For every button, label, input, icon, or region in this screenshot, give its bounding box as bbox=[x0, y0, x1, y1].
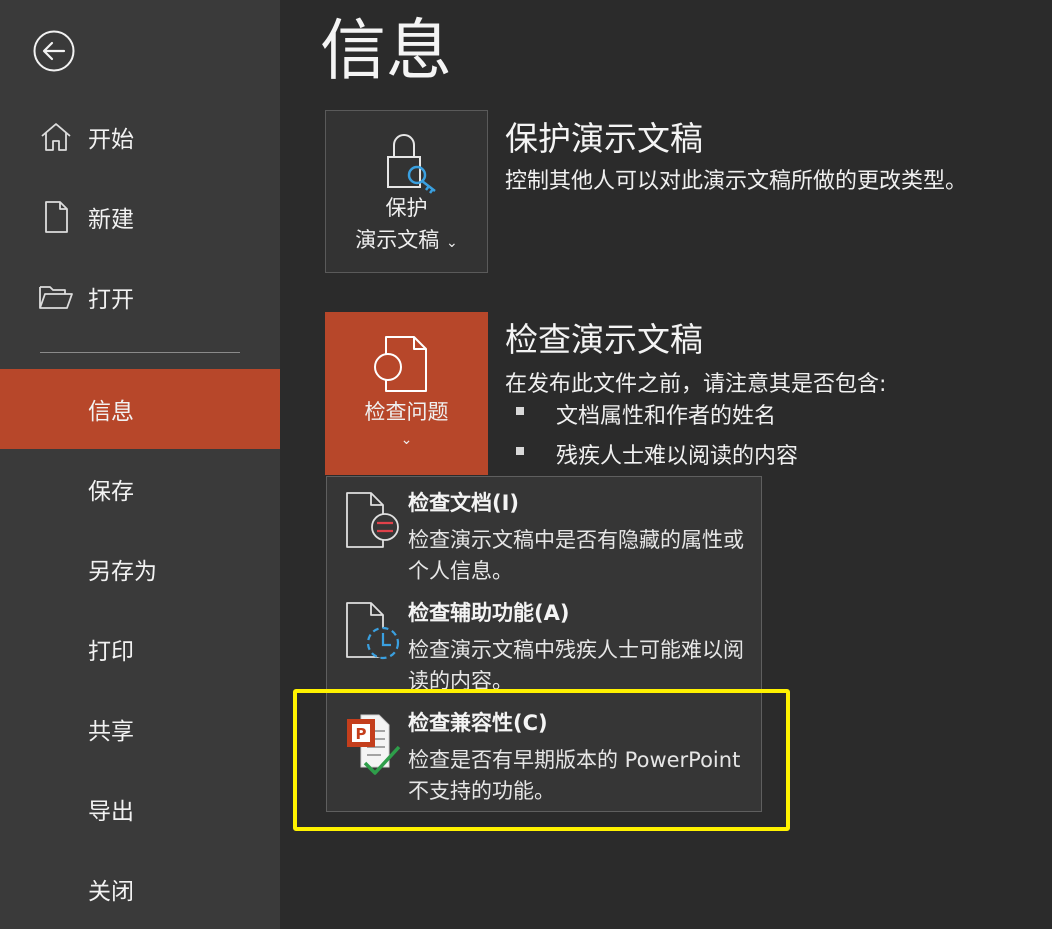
sidebar-item-home[interactable]: 开始 bbox=[0, 97, 280, 177]
folder-open-icon bbox=[39, 286, 73, 309]
menu-item-title: 检查辅助功能(A) bbox=[408, 601, 570, 625]
sidebar-item-label: 开始 bbox=[88, 127, 134, 153]
sidebar-item-close[interactable]: 关闭 bbox=[0, 849, 280, 929]
sidebar-item-label: 打开 bbox=[88, 287, 134, 313]
chevron-down-icon: ⌄ bbox=[400, 432, 413, 448]
sidebar-item-new[interactable]: 新建 bbox=[0, 177, 280, 257]
bullet-icon bbox=[516, 447, 524, 455]
inspect-bullet: 残疾人士难以阅读的内容 bbox=[556, 444, 799, 469]
lock-key-icon bbox=[387, 134, 436, 194]
inspect-document-menu-item[interactable]: 检查文档(I) 检查演示文稿中是否有隐藏的属性或个人信息。 bbox=[327, 477, 761, 587]
inspect-document-icon bbox=[374, 336, 427, 392]
sidebar-item-label: 打印 bbox=[88, 639, 134, 665]
sidebar-item-label: 另存为 bbox=[88, 559, 157, 585]
menu-item-desc: 检查演示文稿中是否有隐藏的属性或个人信息。 bbox=[408, 528, 744, 583]
check-issues-label: 检查问题 bbox=[364, 400, 449, 424]
protect-section-desc: 控制其他人可以对此演示文稿所做的更改类型。 bbox=[505, 169, 968, 194]
chevron-down-icon: ⌄ bbox=[445, 235, 458, 251]
sidebar-item-share[interactable]: 共享 bbox=[0, 689, 280, 769]
backstage-sidebar: 开始 新建 打开 信息 保存 另存为 打印 共享 导出 关闭 bbox=[0, 0, 280, 929]
back-arrow-icon[interactable] bbox=[33, 30, 75, 72]
protect-presentation-button[interactable]: 保护 演示文稿 ⌄ bbox=[325, 110, 488, 273]
menu-item-title: 检查兼容性(C) bbox=[408, 711, 548, 735]
protect-tile-label-2: 演示文稿 ⌄ bbox=[355, 228, 458, 252]
protect-tile-label: 保护 bbox=[385, 196, 428, 220]
check-compatibility-menu-item[interactable]: P 检查兼容性(C) 检查是否有早期版本的 PowerPoint 不支持的功能。 bbox=[327, 697, 761, 811]
sidebar-item-save[interactable]: 保存 bbox=[0, 449, 280, 529]
sidebar-divider bbox=[40, 352, 240, 353]
bullet-icon bbox=[516, 407, 524, 415]
sidebar-item-open[interactable]: 打开 bbox=[0, 257, 280, 337]
sidebar-item-info[interactable]: 信息 bbox=[0, 369, 280, 449]
sidebar-item-label: 保存 bbox=[88, 479, 134, 505]
accessibility-check-icon bbox=[346, 602, 400, 660]
check-for-issues-button[interactable]: 检查问题 ⌄ bbox=[325, 312, 488, 475]
compatibility-check-icon: P bbox=[347, 714, 401, 775]
menu-item-title: 检查文档(I) bbox=[408, 491, 520, 515]
sidebar-item-label: 共享 bbox=[88, 719, 134, 745]
check-accessibility-menu-item[interactable]: 检查辅助功能(A) 检查演示文稿中残疾人士可能难以阅读的内容。 bbox=[327, 587, 761, 697]
new-file-icon bbox=[45, 201, 68, 233]
svg-text:P: P bbox=[356, 725, 367, 743]
home-icon bbox=[41, 123, 71, 151]
inspect-document-icon bbox=[346, 492, 399, 548]
sidebar-item-print[interactable]: 打印 bbox=[0, 609, 280, 689]
check-issues-menu: 检查文档(I) 检查演示文稿中是否有隐藏的属性或个人信息。 检查辅助功能(A) … bbox=[326, 476, 762, 812]
sidebar-item-export[interactable]: 导出 bbox=[0, 769, 280, 849]
protect-section-title: 保护演示文稿 bbox=[505, 119, 703, 158]
menu-item-desc: 检查是否有早期版本的 PowerPoint 不支持的功能。 bbox=[408, 748, 741, 803]
inspect-section-desc: 在发布此文件之前，请注意其是否包含: bbox=[505, 372, 887, 397]
sidebar-item-save-as[interactable]: 另存为 bbox=[0, 529, 280, 609]
inspect-bullet: 文档属性和作者的姓名 bbox=[556, 404, 777, 429]
menu-item-desc: 检查演示文稿中残疾人士可能难以阅读的内容。 bbox=[408, 638, 744, 693]
sidebar-item-label: 导出 bbox=[88, 799, 134, 825]
sidebar-item-label: 新建 bbox=[88, 207, 134, 233]
sidebar-item-label: 信息 bbox=[88, 399, 134, 425]
page-title: 信息 bbox=[320, 12, 452, 89]
inspect-section-title: 检查演示文稿 bbox=[505, 320, 703, 359]
sidebar-item-label: 关闭 bbox=[88, 879, 134, 905]
